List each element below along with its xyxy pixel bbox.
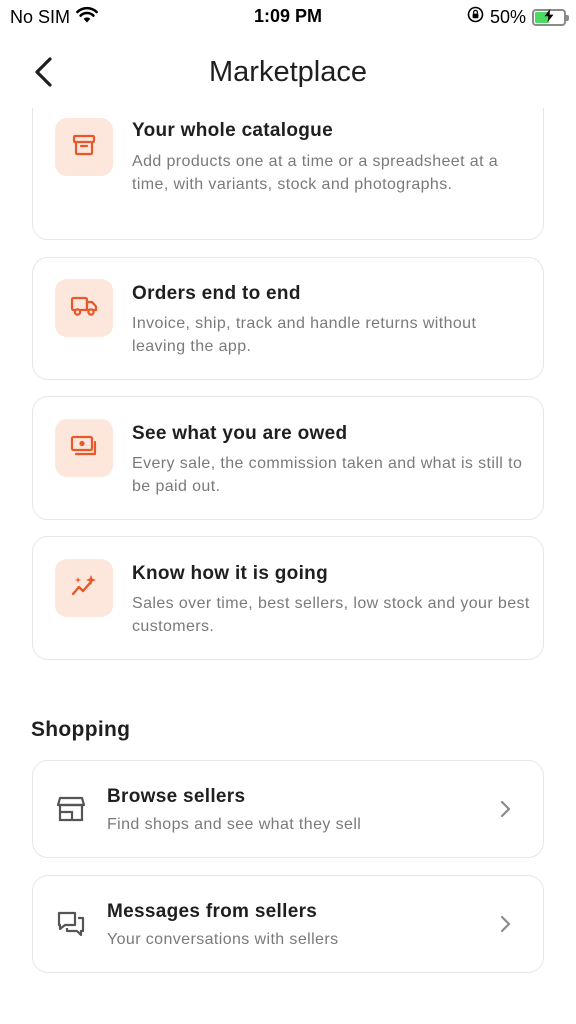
feature-description: Invoice, ship, track and handle returns … — [132, 315, 477, 355]
link-subtitle: Find shops and see what they sell — [107, 816, 362, 833]
feature-icon-tile — [55, 118, 113, 176]
nav-bar: Marketplace — [0, 40, 576, 108]
link-title: Browse sellers — [107, 786, 246, 807]
orientation-lock-icon — [467, 6, 484, 28]
battery-percent: 50% — [489, 6, 526, 27]
feature-description: Add products one at a time or a spreadsh… — [132, 153, 499, 193]
feature-title: Orders end to end — [132, 283, 301, 304]
feature-icon-tile — [55, 419, 113, 477]
link-icon-wrap — [55, 795, 87, 827]
feature-description: Sales over time, best sellers, low stock… — [132, 595, 530, 635]
content-scroll[interactable]: Your whole catalogue Add products one at… — [0, 108, 576, 1024]
feature-title: Your whole catalogue — [132, 120, 333, 141]
sparkle-trend-icon — [70, 573, 98, 604]
link-subtitle: Your conversations with sellers — [107, 931, 339, 948]
link-icon-wrap — [55, 910, 87, 942]
section-title-shopping: Shopping — [31, 718, 131, 741]
feature-card-insights: Know how it is going Sales over time, be… — [32, 536, 544, 660]
chevron-right-icon — [495, 799, 515, 819]
browse-sellers-row[interactable]: Browse sellers Find shops and see what t… — [32, 760, 544, 858]
storefront-icon — [56, 795, 86, 828]
feature-card-orders: Orders end to end Invoice, ship, track a… — [32, 257, 544, 380]
chevron-right-icon — [495, 914, 515, 934]
feature-card-owed: See what you are owed Every sale, the co… — [32, 396, 544, 520]
link-title: Messages from sellers — [107, 901, 318, 922]
feature-icon-tile — [55, 279, 113, 337]
messages-from-sellers-row[interactable]: Messages from sellers Your conversations… — [32, 875, 544, 973]
feature-description: Every sale, the commission taken and wha… — [132, 455, 523, 495]
chat-bubbles-icon — [56, 910, 86, 943]
feature-icon-tile — [55, 559, 113, 617]
charging-bolt-icon — [544, 6, 554, 27]
status-bar: No SIM 1:09 PM 50% — [0, 0, 576, 34]
battery-icon — [532, 6, 569, 27]
status-right: 50% — [467, 6, 569, 28]
feature-card-catalogue: Your whole catalogue Add products one at… — [32, 108, 544, 240]
delivery-truck-icon — [70, 294, 98, 323]
feature-title: Know how it is going — [132, 563, 328, 584]
payout-cash-icon — [70, 434, 98, 463]
page-title: Marketplace — [209, 56, 367, 88]
feature-title: See what you are owed — [132, 423, 348, 444]
archive-box-icon — [71, 132, 97, 163]
